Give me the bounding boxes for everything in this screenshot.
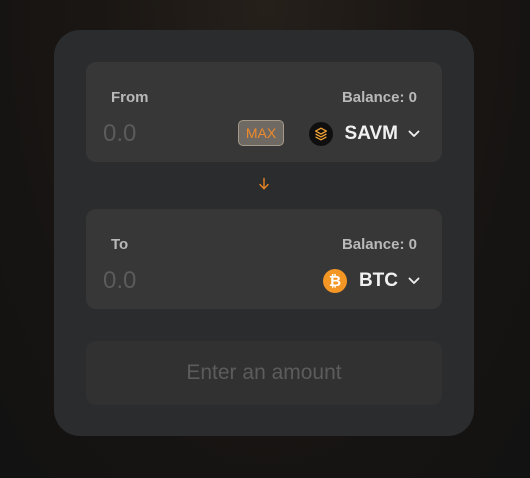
from-label: From — [111, 89, 149, 106]
to-token-symbol: BTC — [358, 270, 398, 291]
savm-token-icon — [308, 122, 333, 146]
enter-amount-button[interactable]: Enter an amount — [86, 341, 442, 405]
swap-card: From Balance: 0 MAX SAVM — [54, 30, 474, 436]
from-amount-input[interactable] — [103, 118, 223, 150]
to-label: To — [111, 236, 129, 253]
max-button[interactable]: MAX — [238, 120, 284, 146]
arrow-down-icon[interactable] — [256, 176, 272, 192]
from-token-symbol: SAVM — [344, 123, 398, 144]
from-panel: From Balance: 0 MAX SAVM — [86, 62, 442, 162]
to-balance: Balance: 0 — [341, 236, 417, 253]
chevron-down-icon — [408, 130, 420, 138]
to-token-select[interactable]: ₿ BTC — [322, 268, 420, 294]
to-amount-input[interactable] — [103, 265, 223, 297]
bitcoin-icon: ₿ — [322, 269, 347, 293]
chevron-down-icon — [408, 277, 420, 285]
from-balance: Balance: 0 — [341, 89, 417, 106]
to-panel: To Balance: 0 ₿ BTC — [86, 209, 442, 309]
from-token-select[interactable]: SAVM — [308, 121, 420, 147]
svg-text:₿: ₿ — [329, 273, 341, 290]
